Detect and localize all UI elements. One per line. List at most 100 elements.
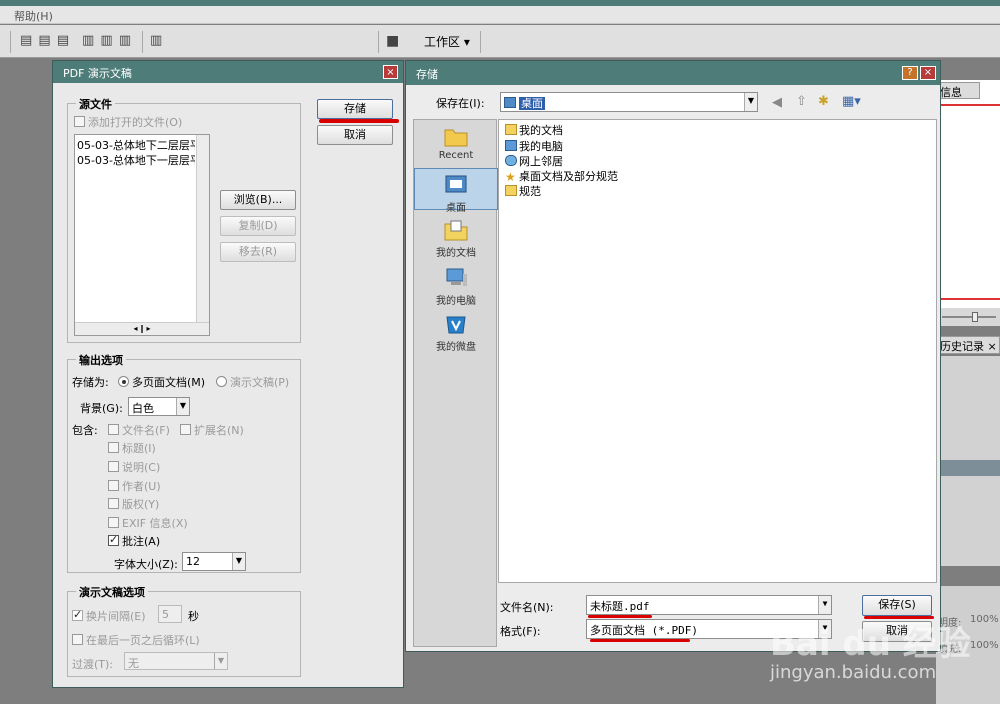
background-label: 背景(G): xyxy=(80,402,123,415)
new-folder-icon[interactable]: ✱ xyxy=(818,94,829,109)
tab-history[interactable]: 历史记录 × xyxy=(936,336,1000,354)
view-menu-icon[interactable]: ▦▾ xyxy=(842,94,861,109)
place-my-documents[interactable]: 我的文档 xyxy=(414,218,498,259)
author-checkbox[interactable]: 作者(U) xyxy=(108,478,161,494)
background-select[interactable]: 白色 ▼ xyxy=(128,397,190,416)
history-selected-row[interactable] xyxy=(936,460,1000,476)
browse-button[interactable]: 浏览(B)... xyxy=(220,190,296,210)
fill-value[interactable]: 100% xyxy=(970,640,999,651)
watermark-url: jingyan.baidu.com xyxy=(770,662,937,683)
transition-select[interactable]: 无 ▼ xyxy=(124,652,228,670)
workspace-menu[interactable]: 工作区 ▾ xyxy=(420,31,474,51)
group-title: 演示文稿选项 xyxy=(76,584,148,600)
loop-checkbox[interactable]: 在最后一页之后循环(L) xyxy=(72,632,200,648)
star-icon: ★ xyxy=(505,170,516,184)
checkbox-icon xyxy=(108,442,119,453)
auto-align-icon[interactable]: ▥ xyxy=(150,33,163,49)
exif-checkbox[interactable]: EXIF 信息(X) xyxy=(108,515,188,531)
red-highlight xyxy=(590,639,690,642)
filename-checkbox[interactable]: 文件名(F) xyxy=(108,422,170,438)
file-list[interactable]: 我的文档 我的电脑 网上邻居 ★ 桌面文档及部分规范 规范 xyxy=(498,119,937,583)
bridge-icon[interactable]: ■ xyxy=(386,33,400,49)
network-icon xyxy=(505,155,517,166)
chevron-down-icon: ▼ xyxy=(744,93,757,111)
filename-input[interactable]: 未标题.pdf ▼ xyxy=(586,595,832,615)
include-label: 包含: xyxy=(72,424,98,437)
vertical-scrollbar[interactable] xyxy=(196,135,209,323)
checkmark-icon xyxy=(72,608,83,621)
close-icon[interactable]: × xyxy=(920,66,936,80)
pdf-presentation-dialog: PDF 演示文稿 × 源文件 添加打开的文件(O) 05-03-总体地下二层层平… xyxy=(52,60,404,688)
chevron-down-icon: ▼ xyxy=(214,653,227,669)
toolbar-separator xyxy=(10,31,11,53)
toolbar: ▤ ▤ ▤ ▥ ▥ ▥ ▥ ■ 工作区 ▾ xyxy=(0,25,1000,58)
remove-button[interactable]: 移去(R) xyxy=(220,242,296,262)
save-button[interactable]: 保存(S) xyxy=(862,595,932,616)
place-my-vdisk[interactable]: 我的微盘 xyxy=(414,312,498,353)
description-checkbox[interactable]: 说明(C) xyxy=(108,459,160,475)
advance-seconds-input[interactable]: 5 xyxy=(158,605,182,623)
tab-info[interactable]: 信息 xyxy=(936,82,980,99)
title-checkbox[interactable]: 标题(I) xyxy=(108,440,156,456)
computer-icon xyxy=(505,140,517,151)
chevron-down-icon: ▼ xyxy=(818,596,831,614)
dialog-title: PDF 演示文稿 xyxy=(53,61,403,83)
save-in-label: 保存在(I): xyxy=(436,97,485,110)
menu-help[interactable]: 帮助(H) xyxy=(14,8,53,24)
documents-folder-icon xyxy=(444,220,468,241)
zoom-slider[interactable] xyxy=(936,308,1000,326)
computer-icon xyxy=(446,268,467,286)
opacity-value[interactable]: 100% xyxy=(970,614,999,625)
save-button[interactable]: 存储 xyxy=(317,99,393,119)
back-icon[interactable]: ◀ xyxy=(772,95,782,110)
duplicate-button[interactable]: 复制(D) xyxy=(220,216,296,236)
list-item[interactable]: 我的文档 xyxy=(505,122,563,138)
cancel-button[interactable]: 取消 xyxy=(317,125,393,145)
output-options-group: 输出选项 存储为: 多页面文档(M) 演示文稿(P) 背景(G): 白色 ▼ 包含… xyxy=(67,352,301,573)
folder-icon xyxy=(505,185,517,196)
close-icon[interactable]: × xyxy=(383,65,398,79)
save-in-select[interactable]: 桌面 ▼ xyxy=(500,92,758,112)
source-files-group: 源文件 添加打开的文件(O) 05-03-总体地下二层层平 05-03-总体地下… xyxy=(67,96,301,343)
copyright-checkbox[interactable]: 版权(Y) xyxy=(108,496,159,512)
group-title: 输出选项 xyxy=(76,352,126,368)
extension-checkbox[interactable]: 扩展名(N) xyxy=(180,422,244,438)
annotations-checkbox[interactable]: 批注(A) xyxy=(108,533,160,549)
dialog-title: 存储 xyxy=(406,61,940,85)
checkbox-icon xyxy=(108,498,119,509)
checkmark-icon xyxy=(108,533,119,546)
save-dialog: 存储 ? × 保存在(I): 桌面 ▼ ◀ ⇧ ✱ ▦▾ Recent 桌面 我… xyxy=(405,60,941,652)
right-panel-top xyxy=(936,80,1000,320)
help-icon[interactable]: ? xyxy=(902,66,918,80)
list-item[interactable]: 我的电脑 xyxy=(505,138,563,154)
checkbox-icon xyxy=(180,424,191,435)
format-label: 格式(F): xyxy=(500,625,541,638)
place-my-computer[interactable]: 我的电脑 xyxy=(414,266,498,307)
horizontal-scrollbar[interactable]: ◂ ‖ ▸ xyxy=(75,322,209,335)
panel-red-line xyxy=(940,298,1000,300)
multipage-radio[interactable]: 多页面文档(M) xyxy=(118,374,205,390)
checkbox-icon xyxy=(72,634,83,645)
list-item[interactable]: 规范 xyxy=(505,183,541,199)
add-open-files-checkbox[interactable]: 添加打开的文件(O) xyxy=(74,114,182,130)
font-size-select[interactable]: 12 ▼ xyxy=(182,552,246,571)
source-file-list[interactable]: 05-03-总体地下二层层平 05-03-总体地下一层层平 ◂ ‖ ▸ xyxy=(74,134,210,336)
toolbar-separator xyxy=(142,31,143,53)
list-item[interactable]: 05-03-总体地下一层层平 xyxy=(77,152,195,168)
presentation-radio[interactable]: 演示文稿(P) xyxy=(216,374,289,390)
list-item[interactable]: 05-03-总体地下二层层平 xyxy=(77,137,195,153)
align-icons[interactable]: ▤ ▤ ▤ xyxy=(20,33,70,49)
baidu-logo-watermark: Bai du 经验 xyxy=(770,624,971,664)
checkbox-icon xyxy=(108,480,119,491)
place-recent[interactable]: Recent xyxy=(414,124,498,161)
toolbar-separator xyxy=(480,31,481,53)
list-item[interactable]: ★ 桌面文档及部分规范 xyxy=(505,168,618,184)
up-folder-icon[interactable]: ⇧ xyxy=(796,94,807,109)
radio-icon xyxy=(118,376,129,387)
list-item[interactable]: 网上邻居 xyxy=(505,153,563,169)
place-desktop[interactable]: 桌面 xyxy=(414,168,498,214)
menu-bar: 帮助(H) xyxy=(0,6,1000,24)
distribute-icons[interactable]: ▥ ▥ ▥ xyxy=(82,33,132,49)
folder-icon xyxy=(505,124,517,135)
advance-checkbox[interactable]: 换片间隔(E) xyxy=(72,608,146,624)
